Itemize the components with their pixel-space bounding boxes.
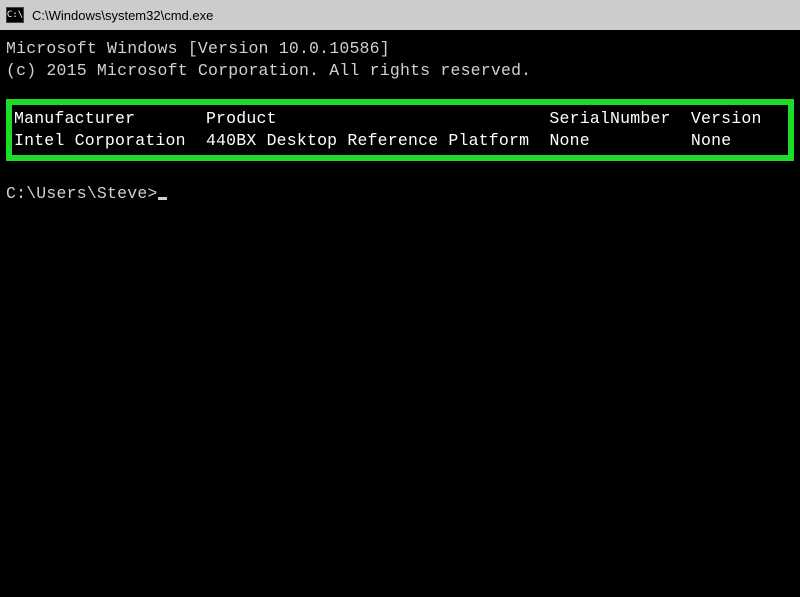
- titlebar[interactable]: C:\ C:\Windows\system32\cmd.exe: [0, 0, 800, 30]
- prompt[interactable]: C:\Users\Steve>: [6, 184, 167, 203]
- baseboard-table: Manufacturer Product SerialNumber Versio…: [12, 105, 788, 156]
- cell-serialnumber: None: [549, 131, 589, 150]
- banner-line-2: (c) 2015 Microsoft Corporation. All righ…: [6, 61, 531, 80]
- cmd-window: C:\ C:\Windows\system32\cmd.exe Microsof…: [0, 0, 800, 597]
- window-title: C:\Windows\system32\cmd.exe: [32, 8, 213, 23]
- banner-line-1: Microsoft Windows [Version 10.0.10586]: [6, 39, 390, 58]
- col-header-manufacturer: Manufacturer: [14, 109, 135, 128]
- highlighted-output: Manufacturer Product SerialNumber Versio…: [6, 99, 794, 162]
- cell-manufacturer: Intel Corporation: [14, 131, 186, 150]
- prompt-path: C:\Users\Steve>: [6, 184, 158, 203]
- terminal-output[interactable]: Microsoft Windows [Version 10.0.10586] (…: [0, 30, 800, 213]
- cell-version: None: [691, 131, 731, 150]
- col-header-product: Product: [206, 109, 277, 128]
- cell-product: 440BX Desktop Reference Platform: [206, 131, 529, 150]
- cursor: [158, 197, 167, 200]
- cmd-icon: C:\: [6, 7, 24, 23]
- col-header-version: Version: [691, 109, 762, 128]
- col-header-serialnumber: SerialNumber: [549, 109, 670, 128]
